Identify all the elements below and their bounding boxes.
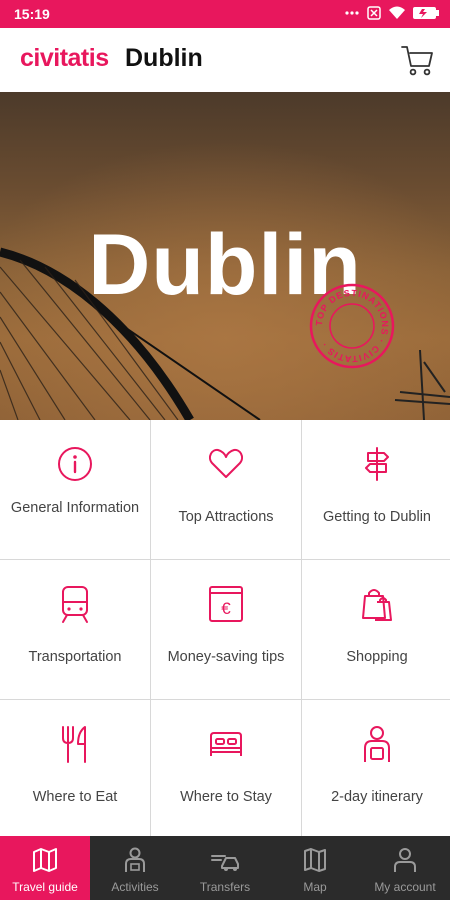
cutlery-icon xyxy=(62,726,86,763)
status-time: 15:19 xyxy=(14,6,50,22)
heart-icon xyxy=(208,448,244,478)
info-icon xyxy=(58,447,92,481)
seal-text: TOP DESTINATIONS · CIVITATIS · xyxy=(314,288,389,364)
nav-label: Map xyxy=(303,880,327,894)
tile-label: Getting to Dublin xyxy=(322,509,431,525)
brand-logo[interactable]: civitatis xyxy=(20,44,109,73)
tile-transportation[interactable]: Transportation xyxy=(0,560,150,699)
nav-label: Transfers xyxy=(199,880,251,894)
nav-label: Travel guide xyxy=(12,880,78,894)
no-sim-icon xyxy=(367,6,381,20)
nav-travel-guide[interactable]: Travel guide xyxy=(0,836,90,900)
battery-icon xyxy=(413,7,439,19)
tile-where-to-eat[interactable]: Where to Eat xyxy=(0,700,150,838)
user-icon xyxy=(394,848,416,872)
svg-text:TOP DESTINATIONS · CIVITATIS ·: TOP DESTINATIONS · CIVITATIS · xyxy=(314,288,390,364)
wifi-icon xyxy=(389,6,405,19)
bed-icon xyxy=(210,732,242,756)
signpost-icon xyxy=(365,447,389,481)
nav-label: My account xyxy=(374,880,436,894)
train-icon xyxy=(62,586,88,623)
tile-label: General Information xyxy=(10,500,140,516)
top-destination-seal: TOP DESTINATIONS · CIVITATIS · xyxy=(309,283,395,369)
nav-map[interactable]: Map xyxy=(270,836,360,900)
tile-top-attractions[interactable]: Top Attractions xyxy=(151,420,301,559)
nav-activities[interactable]: Activities xyxy=(90,836,180,900)
car-transfer-icon xyxy=(211,855,239,871)
tile-label: Money-saving tips xyxy=(167,649,285,665)
tile-label: Where to Eat xyxy=(32,789,118,805)
svg-text:€: € xyxy=(221,599,231,618)
tile-label: Shopping xyxy=(346,649,408,665)
guide-menu-grid: General Information Top Attractions Gett… xyxy=(0,420,450,838)
hero-banner: Dublin TOP DESTINATIONS · CIVITATIS · xyxy=(0,92,450,420)
shopping-bags-icon xyxy=(362,589,392,621)
bottom-nav: Travel guide Activities Transfers Map My… xyxy=(0,836,450,900)
tile-label: 2-day itinerary xyxy=(331,789,423,805)
tile-shopping[interactable]: Shopping xyxy=(302,560,450,699)
tile-2-day-itinerary[interactable]: 2-day itinerary xyxy=(302,700,450,838)
map-icon xyxy=(304,848,326,872)
tile-label: Top Attractions xyxy=(178,509,274,525)
nav-my-account[interactable]: My account xyxy=(360,836,450,900)
traveler-icon xyxy=(364,726,390,762)
nav-label: Activities xyxy=(111,880,159,894)
tile-label: Transportation xyxy=(28,649,122,665)
city-title: Dublin xyxy=(125,44,203,72)
app-header: civitatis Dublin xyxy=(0,28,450,92)
nav-transfers[interactable]: Transfers xyxy=(180,836,270,900)
map-book-icon xyxy=(33,848,57,872)
guide-person-icon xyxy=(125,847,145,872)
tile-getting-to-dublin[interactable]: Getting to Dublin xyxy=(302,420,450,559)
cart-icon[interactable] xyxy=(400,42,436,78)
tile-general-information[interactable]: General Information xyxy=(0,420,150,559)
tile-label: Where to Stay xyxy=(180,789,272,805)
more-icon xyxy=(345,11,359,15)
status-bar: 15:19 xyxy=(0,0,450,28)
tile-money-saving-tips[interactable]: € Money-saving tips xyxy=(151,560,301,699)
euro-icon: € xyxy=(209,586,243,622)
tile-where-to-stay[interactable]: Where to Stay xyxy=(151,700,301,838)
status-icons xyxy=(344,5,440,21)
